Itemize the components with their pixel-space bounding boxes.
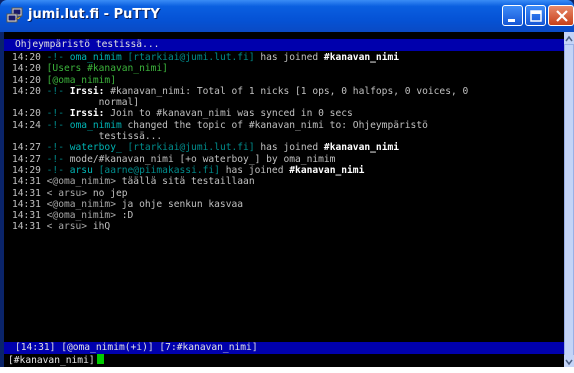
- event-text: mode/#kanavan_nimi [+o waterboy_] by oma…: [63, 153, 336, 165]
- message-text: täällä sitä testaillaan: [115, 176, 255, 188]
- event-marker: -!-: [46, 119, 64, 131]
- continuation-text: normal]: [12, 97, 140, 109]
- log-line: 14:31 <@oma_nimim> :D: [12, 210, 564, 221]
- event-marker: -!-: [46, 85, 64, 97]
- message-nick: <@oma_nimim>: [46, 198, 116, 210]
- putty-window: jumi.lut.fi - PuTTY Ohjeympäristö testis…: [0, 0, 574, 367]
- message-text: ja ohje senkun kasvaa: [115, 198, 244, 210]
- log-line: 14:20 [Users #kanavan_nimi]: [12, 63, 564, 74]
- log-line: normal]: [12, 97, 564, 108]
- event-channel: #kanavan_nimi: [283, 164, 365, 176]
- scrollbar[interactable]: [564, 32, 574, 367]
- event-nick: oma_nimim: [63, 52, 122, 63]
- window-title: jumi.lut.fi - PuTTY: [28, 7, 160, 22]
- title-bar[interactable]: jumi.lut.fi - PuTTY: [0, 0, 574, 32]
- event-host: [aarne@piimakassi.fi]: [92, 164, 220, 176]
- log-line: 14:27 -!- waterboy_ [rtarkiai@jumi.lut.f…: [12, 142, 564, 153]
- message-nick: < arsu>: [46, 187, 88, 199]
- input-line[interactable]: [#kanavan_nimi]: [8, 354, 104, 366]
- event-nick: arsu: [63, 164, 93, 176]
- timestamp: 14:29: [12, 164, 47, 176]
- timestamp: 14:31: [12, 176, 47, 188]
- log-line: 14:31 <@oma_nimim> ja ohje senkun kasvaa: [12, 199, 564, 210]
- message-nick: < arsu>: [46, 221, 88, 233]
- event-host: [rtarkiai@jumi.lut.fi]: [121, 142, 255, 154]
- names-list: [Users #kanavan_nimi]: [46, 63, 168, 75]
- scroll-thumb[interactable]: [564, 44, 574, 364]
- event-marker: -!-: [46, 164, 64, 176]
- event-text: #kanavan_nimi: Total of 1 nicks [1 ops, …: [104, 85, 469, 97]
- log-line: 14:29 -!- arsu [aarne@piimakassi.fi] has…: [12, 165, 564, 176]
- timestamp: 14:27: [12, 142, 47, 154]
- timestamp: 14:31: [12, 210, 47, 222]
- event-text: changed the topic of #kanavan_nimi to: O…: [121, 119, 428, 131]
- chat-log: 14:20 -!- oma_nimim [rtarkiai@jumi.lut.f…: [12, 52, 564, 233]
- log-line: 14:20 -!- oma_nimim [rtarkiai@jumi.lut.f…: [12, 52, 564, 63]
- event-host: [rtarkiai@jumi.lut.fi]: [121, 52, 255, 63]
- timestamp: 14:27: [12, 153, 47, 165]
- event-text: Join to #kanavan_nimi was synced in 0 se…: [104, 108, 353, 120]
- timestamp: 14:20: [12, 108, 47, 120]
- cursor: [96, 354, 104, 364]
- event-marker: -!-: [46, 52, 64, 63]
- minimize-button[interactable]: [502, 5, 523, 26]
- event-text: has joined: [219, 164, 284, 176]
- log-line: 14:20 -!- Irssi: Join to #kanavan_nimi w…: [12, 108, 564, 119]
- event-prefix: Irssi:: [63, 85, 105, 97]
- scroll-up-button[interactable]: [564, 32, 574, 44]
- log-line: 14:20 -!- Irssi: #kanavan_nimi: Total of…: [12, 86, 564, 97]
- continuation-text: testissä...: [12, 131, 163, 143]
- timestamp: 14:20: [12, 74, 47, 86]
- input-prompt: [#kanavan_nimi]: [8, 355, 95, 366]
- log-line: 14:31 < arsu> no jep: [12, 188, 564, 199]
- log-line: 14:24 -!- oma_nimim changed the topic of…: [12, 120, 564, 131]
- message-text: ihQ: [87, 221, 111, 233]
- event-marker: -!-: [46, 153, 64, 165]
- log-line: 14:27 -!- mode/#kanavan_nimi [+o waterbo…: [12, 154, 564, 165]
- close-icon: [556, 10, 568, 22]
- event-prefix: Irssi:: [63, 108, 105, 120]
- timestamp: 14:20: [12, 52, 47, 63]
- timestamp: 14:20: [12, 85, 47, 97]
- timestamp: 14:31: [12, 187, 47, 199]
- event-channel: #kanavan_nimi: [318, 142, 400, 154]
- chevron-down-icon: [565, 359, 573, 366]
- timestamp: 14:31: [12, 198, 47, 210]
- close-button[interactable]: [548, 5, 574, 26]
- names-list: [@oma_nimim]: [46, 74, 116, 86]
- putty-icon: [6, 7, 23, 23]
- maximize-icon: [530, 10, 542, 22]
- log-line: 14:31 <@oma_nimim> täällä sitä testailla…: [12, 176, 564, 187]
- message-nick: <@oma_nimim>: [46, 210, 116, 222]
- event-marker: -!-: [46, 142, 64, 154]
- topic-bar: Ohjeympäristö testissä...: [4, 39, 564, 51]
- log-line: 14:20 [@oma_nimim]: [12, 75, 564, 86]
- event-nick: oma_nimim: [63, 119, 122, 131]
- terminal[interactable]: Ohjeympäristö testissä... 14:20 -!- oma_…: [4, 32, 564, 367]
- log-line: testissä...: [12, 131, 564, 142]
- timestamp: 14:20: [12, 63, 47, 75]
- maximize-button[interactable]: [525, 5, 546, 26]
- log-line: 14:31 < arsu> ihQ: [12, 221, 564, 232]
- scroll-down-button[interactable]: [564, 355, 574, 367]
- event-text: has joined: [254, 142, 319, 154]
- event-nick: waterboy_: [63, 142, 122, 154]
- message-text: no jep: [87, 187, 128, 199]
- timestamp: 14:31: [12, 221, 47, 233]
- message-nick: <@oma_nimim>: [46, 176, 116, 188]
- message-text: :D: [115, 210, 134, 222]
- timestamp: 14:24: [12, 119, 47, 131]
- event-channel: #kanavan_nimi: [318, 52, 400, 63]
- event-marker: -!-: [46, 108, 64, 120]
- event-text: has joined: [254, 52, 319, 63]
- status-bar: [14:31] [@oma_nimim(+i)] [7:#kanavan_nim…: [4, 342, 564, 354]
- minimize-icon: [508, 19, 515, 22]
